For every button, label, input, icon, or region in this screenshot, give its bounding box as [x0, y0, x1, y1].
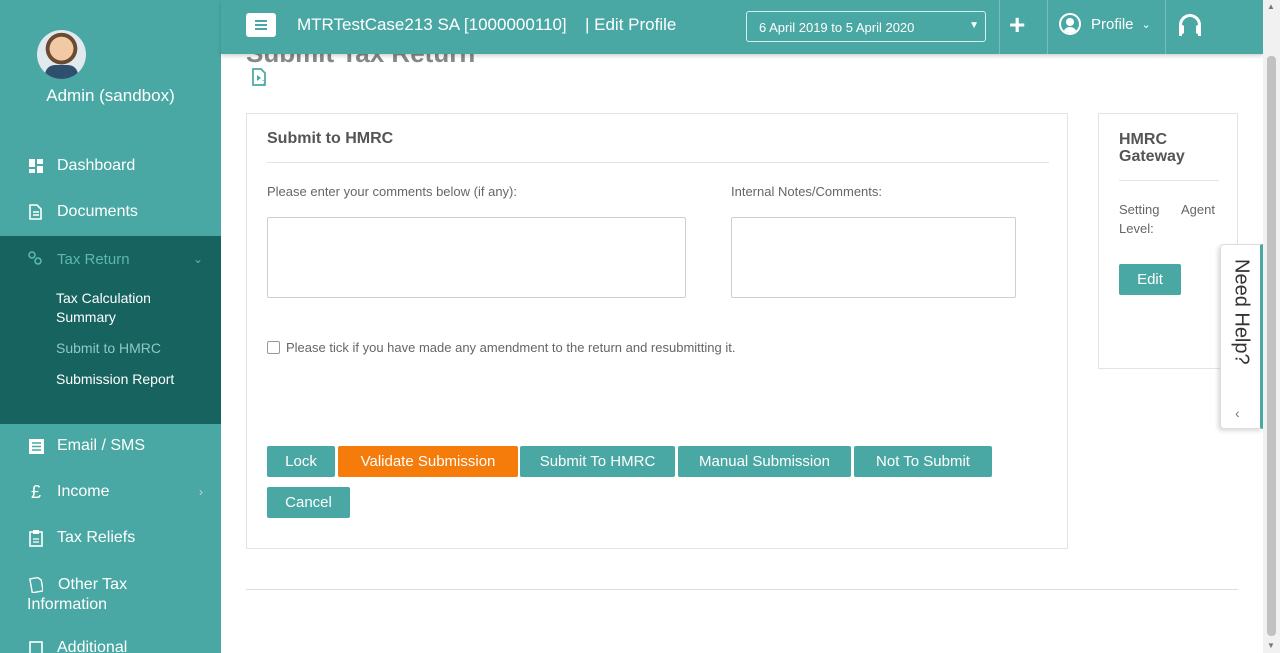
- add-icon[interactable]: +: [1009, 9, 1025, 41]
- scroll-up-arrow-icon[interactable]: ▲: [1267, 2, 1275, 11]
- scrollbar-thumb[interactable]: [1267, 56, 1276, 636]
- sidebar-item-documents[interactable]: Documents: [0, 192, 221, 232]
- tax-return-icon: [27, 250, 43, 269]
- gateway-title: HMRC Gateway: [1119, 131, 1185, 165]
- dashboard-icon: [27, 157, 45, 175]
- period-value: 6 April 2019 to 5 April 2020: [759, 20, 915, 35]
- header-divider: [999, 0, 1000, 54]
- sidebar: Admin (sandbox) Dashboard Documents Tax …: [0, 0, 221, 653]
- user-name: Admin (sandbox): [46, 86, 175, 105]
- lock-button[interactable]: Lock: [267, 446, 335, 477]
- divider: [1119, 180, 1219, 181]
- support-headset-icon[interactable]: [1179, 14, 1201, 36]
- sidebar-item-label: Email / SMS: [57, 437, 146, 454]
- chevron-left-icon: ‹: [1235, 405, 1240, 421]
- profile-menu[interactable]: Profile ⌄: [1059, 13, 1151, 35]
- sidebar-item-label: Additional: [57, 639, 128, 653]
- sidebar-subitem-tax-calculation-summary[interactable]: Tax Calculation Summary: [56, 289, 206, 327]
- menu-toggle-button[interactable]: [246, 13, 276, 37]
- setting-level-value: Agent: [1181, 202, 1215, 217]
- comments-textarea[interactable]: [267, 217, 686, 298]
- cancel-button[interactable]: Cancel: [267, 487, 350, 518]
- additional-icon: [27, 639, 45, 653]
- profile-label: Profile: [1091, 15, 1134, 33]
- setting-level-label: Setting Level:: [1119, 202, 1160, 236]
- manual-submission-button[interactable]: Manual Submission: [678, 446, 851, 477]
- help-document-icon[interactable]: ?: [251, 68, 269, 88]
- divider: [267, 162, 1049, 163]
- sidebar-subitem-submit-to-hmrc[interactable]: Submit to HMRC: [56, 339, 206, 358]
- scroll-down-arrow-icon[interactable]: ▼: [1267, 641, 1275, 650]
- email-icon: [27, 437, 45, 455]
- internal-notes-textarea[interactable]: [731, 217, 1016, 298]
- tax-return-section: Tax Return ⌄ Tax Calculation Summary Sub…: [0, 236, 221, 424]
- sidebar-item-label: Tax Return: [57, 250, 130, 268]
- edit-profile-link[interactable]: | Edit Profile: [585, 15, 676, 35]
- amendment-checkbox-label: Please tick if you have made any amendme…: [286, 340, 736, 355]
- gateway-edit-button[interactable]: Edit: [1119, 264, 1181, 295]
- sidebar-item-label: Other Tax Information: [27, 576, 128, 613]
- period-select[interactable]: 6 April 2019 to 5 April 2020 ▼: [746, 11, 986, 42]
- submit-to-hmrc-card: Submit to HMRC Please enter your comment…: [246, 113, 1068, 549]
- need-help-label: Need Help?: [1230, 259, 1253, 365]
- validate-submission-button[interactable]: Validate Submission: [338, 446, 518, 477]
- sidebar-item-additional[interactable]: Additional: [0, 628, 221, 653]
- clipboard-icon: [27, 529, 45, 547]
- user-icon: [1059, 13, 1081, 35]
- sidebar-item-dashboard[interactable]: Dashboard: [0, 146, 221, 186]
- need-help-tab[interactable]: Need Help? ‹: [1220, 244, 1263, 429]
- sidebar-subitem-submission-report[interactable]: Submission Report: [56, 370, 206, 389]
- sidebar-item-tax-return[interactable]: Tax Return ⌄: [0, 239, 221, 279]
- sidebar-item-tax-reliefs[interactable]: Tax Reliefs: [0, 518, 221, 558]
- chevron-right-icon: ›: [199, 485, 203, 499]
- sidebar-item-income[interactable]: £ Income ›: [0, 472, 221, 512]
- sidebar-item-other-tax-information[interactable]: Other Tax Information: [0, 570, 221, 620]
- footer-divider: [246, 589, 1238, 590]
- documents-icon: [27, 203, 45, 221]
- sidebar-item-label: Documents: [57, 203, 138, 220]
- sidebar-item-label: Tax Reliefs: [57, 529, 136, 546]
- chevron-down-icon: ⌄: [192, 252, 203, 266]
- hamburger-icon: [255, 24, 267, 26]
- svg-text:?: ?: [262, 79, 266, 87]
- amendment-checkbox[interactable]: [267, 341, 280, 354]
- comments-label: Please enter your comments below (if any…: [267, 184, 517, 199]
- page-scrollbar[interactable]: ▲ ▼: [1263, 0, 1280, 653]
- sidebar-item-email-sms[interactable]: Email / SMS: [0, 426, 221, 466]
- client-name: MTRTestCase213 SA [1000000110]: [297, 15, 567, 34]
- card-title: Submit to HMRC: [267, 130, 394, 147]
- avatar[interactable]: [37, 30, 86, 79]
- pound-icon: £: [30, 481, 41, 502]
- sidebar-item-label: Income: [57, 483, 110, 500]
- not-to-submit-button[interactable]: Not To Submit: [854, 446, 992, 477]
- header-divider: [1165, 0, 1166, 54]
- sidebar-item-label: Dashboard: [57, 157, 136, 174]
- internal-notes-label: Internal Notes/Comments:: [731, 184, 883, 199]
- hmrc-gateway-card: HMRC Gateway Setting Level: Agent Edit: [1098, 113, 1238, 369]
- header-divider: [1047, 0, 1048, 54]
- top-header: MTRTestCase213 SA [1000000110] | Edit Pr…: [221, 0, 1263, 54]
- caret-down-icon: ▼: [969, 20, 979, 31]
- chevron-down-icon: ⌄: [1141, 18, 1151, 31]
- submit-to-hmrc-button[interactable]: Submit To HMRC: [520, 446, 675, 477]
